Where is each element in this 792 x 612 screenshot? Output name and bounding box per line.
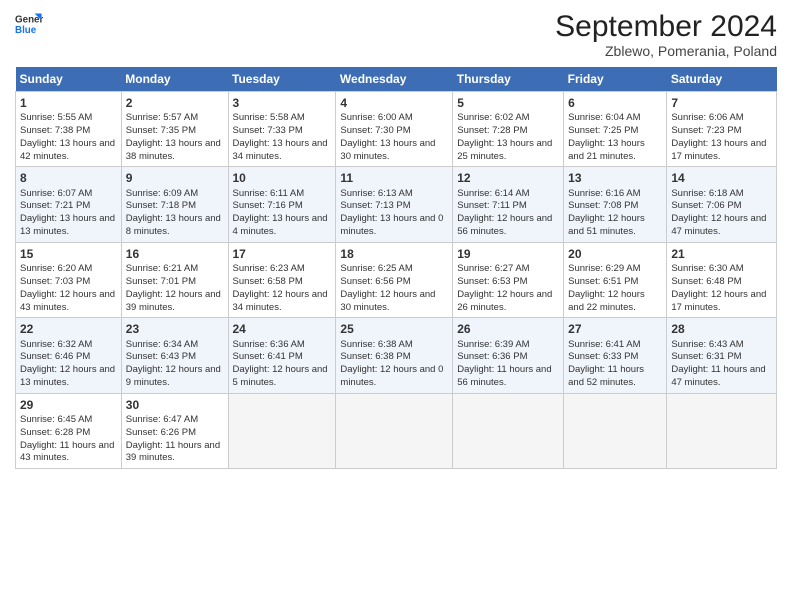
header-row: Sunday Monday Tuesday Wednesday Thursday… [16, 67, 777, 92]
calendar-day-2: 2Sunrise: 5:57 AMSunset: 7:35 PMDaylight… [121, 92, 228, 167]
calendar-day-empty [453, 393, 564, 468]
calendar-day-15: 15Sunrise: 6:20 AMSunset: 7:03 PMDayligh… [16, 242, 122, 317]
calendar-day-empty [667, 393, 777, 468]
calendar-day-8: 8Sunrise: 6:07 AMSunset: 7:21 PMDaylight… [16, 167, 122, 242]
page-container: General Blue September 2024 Zblewo, Pome… [0, 0, 792, 479]
calendar-day-17: 17Sunrise: 6:23 AMSunset: 6:58 PMDayligh… [228, 242, 336, 317]
calendar-day-4: 4Sunrise: 6:00 AMSunset: 7:30 PMDaylight… [336, 92, 453, 167]
logo: General Blue [15, 10, 43, 38]
calendar-week-1: 8Sunrise: 6:07 AMSunset: 7:21 PMDaylight… [16, 167, 777, 242]
calendar-day-28: 28Sunrise: 6:43 AMSunset: 6:31 PMDayligh… [667, 318, 777, 393]
col-monday: Monday [121, 67, 228, 92]
calendar-day-23: 23Sunrise: 6:34 AMSunset: 6:43 PMDayligh… [121, 318, 228, 393]
calendar-day-30: 30Sunrise: 6:47 AMSunset: 6:26 PMDayligh… [121, 393, 228, 468]
month-title: September 2024 [555, 10, 777, 43]
calendar-day-20: 20Sunrise: 6:29 AMSunset: 6:51 PMDayligh… [564, 242, 667, 317]
col-wednesday: Wednesday [336, 67, 453, 92]
calendar-day-16: 16Sunrise: 6:21 AMSunset: 7:01 PMDayligh… [121, 242, 228, 317]
calendar-day-6: 6Sunrise: 6:04 AMSunset: 7:25 PMDaylight… [564, 92, 667, 167]
calendar-week-0: 1Sunrise: 5:55 AMSunset: 7:38 PMDaylight… [16, 92, 777, 167]
calendar-day-9: 9Sunrise: 6:09 AMSunset: 7:18 PMDaylight… [121, 167, 228, 242]
calendar-day-3: 3Sunrise: 5:58 AMSunset: 7:33 PMDaylight… [228, 92, 336, 167]
calendar-day-22: 22Sunrise: 6:32 AMSunset: 6:46 PMDayligh… [16, 318, 122, 393]
header: General Blue September 2024 Zblewo, Pome… [15, 10, 777, 59]
calendar-day-21: 21Sunrise: 6:30 AMSunset: 6:48 PMDayligh… [667, 242, 777, 317]
calendar-table: Sunday Monday Tuesday Wednesday Thursday… [15, 67, 777, 469]
calendar-week-3: 22Sunrise: 6:32 AMSunset: 6:46 PMDayligh… [16, 318, 777, 393]
calendar-day-11: 11Sunrise: 6:13 AMSunset: 7:13 PMDayligh… [336, 167, 453, 242]
calendar-week-2: 15Sunrise: 6:20 AMSunset: 7:03 PMDayligh… [16, 242, 777, 317]
calendar-day-5: 5Sunrise: 6:02 AMSunset: 7:28 PMDaylight… [453, 92, 564, 167]
calendar-week-4: 29Sunrise: 6:45 AMSunset: 6:28 PMDayligh… [16, 393, 777, 468]
calendar-day-19: 19Sunrise: 6:27 AMSunset: 6:53 PMDayligh… [453, 242, 564, 317]
svg-text:Blue: Blue [15, 25, 37, 36]
logo-icon: General Blue [15, 10, 43, 38]
calendar-day-18: 18Sunrise: 6:25 AMSunset: 6:56 PMDayligh… [336, 242, 453, 317]
calendar-day-empty [564, 393, 667, 468]
calendar-day-empty [336, 393, 453, 468]
calendar-day-10: 10Sunrise: 6:11 AMSunset: 7:16 PMDayligh… [228, 167, 336, 242]
col-sunday: Sunday [16, 67, 122, 92]
title-block: September 2024 Zblewo, Pomerania, Poland [555, 10, 777, 59]
calendar-day-24: 24Sunrise: 6:36 AMSunset: 6:41 PMDayligh… [228, 318, 336, 393]
calendar-day-7: 7Sunrise: 6:06 AMSunset: 7:23 PMDaylight… [667, 92, 777, 167]
calendar-day-25: 25Sunrise: 6:38 AMSunset: 6:38 PMDayligh… [336, 318, 453, 393]
col-saturday: Saturday [667, 67, 777, 92]
calendar-day-27: 27Sunrise: 6:41 AMSunset: 6:33 PMDayligh… [564, 318, 667, 393]
calendar-day-empty [228, 393, 336, 468]
col-friday: Friday [564, 67, 667, 92]
col-tuesday: Tuesday [228, 67, 336, 92]
calendar-day-29: 29Sunrise: 6:45 AMSunset: 6:28 PMDayligh… [16, 393, 122, 468]
calendar-day-12: 12Sunrise: 6:14 AMSunset: 7:11 PMDayligh… [453, 167, 564, 242]
calendar-day-14: 14Sunrise: 6:18 AMSunset: 7:06 PMDayligh… [667, 167, 777, 242]
calendar-day-13: 13Sunrise: 6:16 AMSunset: 7:08 PMDayligh… [564, 167, 667, 242]
location: Zblewo, Pomerania, Poland [555, 43, 777, 59]
calendar-day-1: 1Sunrise: 5:55 AMSunset: 7:38 PMDaylight… [16, 92, 122, 167]
col-thursday: Thursday [453, 67, 564, 92]
calendar-day-26: 26Sunrise: 6:39 AMSunset: 6:36 PMDayligh… [453, 318, 564, 393]
